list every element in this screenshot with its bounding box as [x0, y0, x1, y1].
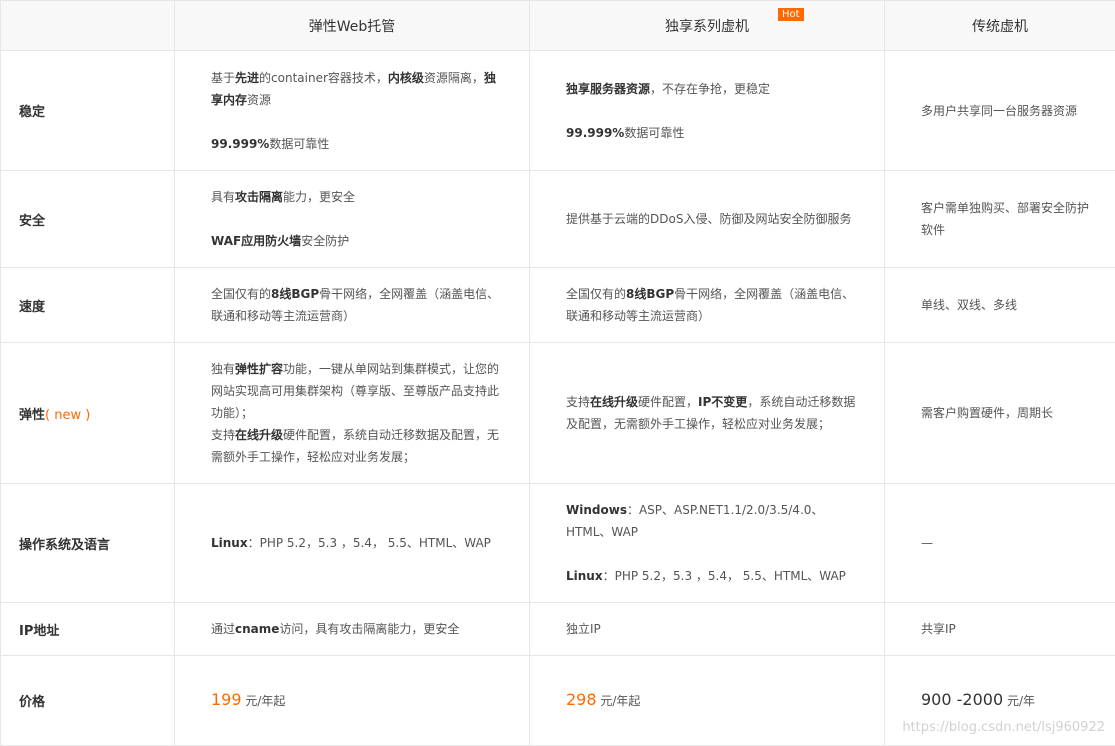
row-label: 安全: [1, 171, 175, 268]
header-traditional-vm: 传统虚机: [885, 1, 1115, 51]
watermark: https://blog.csdn.net/lsj960922: [902, 720, 1105, 735]
paragraph: Linux：PHP 5.2，5.3 ，5.4， 5.5、HTML、WAP: [566, 565, 860, 587]
header-blank: [1, 1, 175, 51]
paragraph: Windows：ASP、ASP.NET1.1/2.0/3.5/4.0、HTML、…: [566, 499, 860, 543]
header-label: 独享系列虚机: [665, 19, 749, 35]
cell-elastic: 全国仅有的8线BGP骨干网络，全网覆盖（涵盖电信、联通和移动等主流运营商）: [175, 268, 530, 343]
hot-badge: Hot: [778, 8, 804, 21]
paragraph: 具有攻击隔离能力，更安全: [211, 186, 505, 208]
price-unit: 元/年起: [597, 694, 641, 708]
paragraph: 支持在线升级硬件配置，系统自动迁移数据及配置，无需额外手工操作，轻松应对业务发展…: [211, 424, 505, 468]
header-elastic-web-hosting: 弹性Web托管: [175, 1, 530, 51]
price-value: 900 -2000: [921, 690, 1003, 709]
cell-elastic: 基于先进的container容器技术，内核级资源隔离，独享内存资源 99.999…: [175, 51, 530, 171]
cell-exclusive: 298 元/年起: [530, 656, 885, 746]
row-label: 操作系统及语言: [1, 484, 175, 603]
cell-elastic: Linux：PHP 5.2，5.3 ，5.4， 5.5、HTML、WAP: [175, 484, 530, 603]
cell-exclusive: 独立IP: [530, 603, 885, 656]
paragraph: 独有弹性扩容功能，一键从单网站到集群模式，让您的网站实现高可用集群架构（尊享版、…: [211, 358, 505, 424]
cell-exclusive: 全国仅有的8线BGP骨干网络，全网覆盖（涵盖电信、联通和移动等主流运营商）: [530, 268, 885, 343]
cell-exclusive: 独享服务器资源，不存在争抢，更稳定 99.999%数据可靠性: [530, 51, 885, 171]
paragraph: WAF应用防火墙安全防护: [211, 230, 505, 252]
row-elasticity: 弹性( new ) 独有弹性扩容功能，一键从单网站到集群模式，让您的网站实现高可…: [1, 343, 1115, 484]
price-value: 199: [211, 690, 242, 709]
header-label: 弹性Web托管: [309, 19, 396, 35]
cell-traditional: 单线、双线、多线: [885, 268, 1115, 343]
cell-exclusive: 支持在线升级硬件配置，IP不变更，系统自动迁移数据及配置，无需额外手工操作，轻松…: [530, 343, 885, 484]
cell-traditional: 需客户购置硬件，周期长: [885, 343, 1115, 484]
row-label: 价格: [1, 656, 175, 746]
row-os: 操作系统及语言 Linux：PHP 5.2，5.3 ，5.4， 5.5、HTML…: [1, 484, 1115, 603]
row-ip: IP地址 通过cname访问，具有攻击隔离能力，更安全 独立IP 共享IP: [1, 603, 1115, 656]
price-unit: 元/年起: [242, 694, 286, 708]
cell-elastic: 具有攻击隔离能力，更安全 WAF应用防火墙安全防护: [175, 171, 530, 268]
row-label: IP地址: [1, 603, 175, 656]
row-speed: 速度 全国仅有的8线BGP骨干网络，全网覆盖（涵盖电信、联通和移动等主流运营商）…: [1, 268, 1115, 343]
cell-exclusive: 提供基于云端的DDoS入侵、防御及网站安全防御服务: [530, 171, 885, 268]
header-label: 传统虚机: [972, 19, 1028, 35]
row-label: 稳定: [1, 51, 175, 171]
paragraph: 99.999%数据可靠性: [211, 133, 505, 155]
paragraph: 基于先进的container容器技术，内核级资源隔离，独享内存资源: [211, 67, 505, 111]
new-badge: new: [54, 408, 81, 423]
cell-elastic: 199 元/年起: [175, 656, 530, 746]
header-exclusive-vm: 独享系列虚机 Hot: [530, 1, 885, 51]
cell-traditional: 多用户共享同一台服务器资源: [885, 51, 1115, 171]
price-value: 298: [566, 690, 597, 709]
header-row: 弹性Web托管 独享系列虚机 Hot 传统虚机: [1, 1, 1115, 51]
cell-traditional: —: [885, 484, 1115, 603]
price-unit: 元/年: [1003, 694, 1035, 708]
comparison-table: 弹性Web托管 独享系列虚机 Hot 传统虚机 稳定 基于先进的containe…: [0, 0, 1115, 746]
cell-traditional: 客户需单独购买、部署安全防护软件: [885, 171, 1115, 268]
row-security: 安全 具有攻击隔离能力，更安全 WAF应用防火墙安全防护 提供基于云端的DDoS…: [1, 171, 1115, 268]
cell-traditional: 共享IP: [885, 603, 1115, 656]
paragraph: 独享服务器资源，不存在争抢，更稳定: [566, 78, 860, 100]
row-label: 弹性( new ): [1, 343, 175, 484]
row-label: 速度: [1, 268, 175, 343]
cell-exclusive: Windows：ASP、ASP.NET1.1/2.0/3.5/4.0、HTML、…: [530, 484, 885, 603]
row-stability: 稳定 基于先进的container容器技术，内核级资源隔离，独享内存资源 99.…: [1, 51, 1115, 171]
paragraph: 99.999%数据可靠性: [566, 122, 860, 144]
cell-elastic: 独有弹性扩容功能，一键从单网站到集群模式，让您的网站实现高可用集群架构（尊享版、…: [175, 343, 530, 484]
cell-elastic: 通过cname访问，具有攻击隔离能力，更安全: [175, 603, 530, 656]
